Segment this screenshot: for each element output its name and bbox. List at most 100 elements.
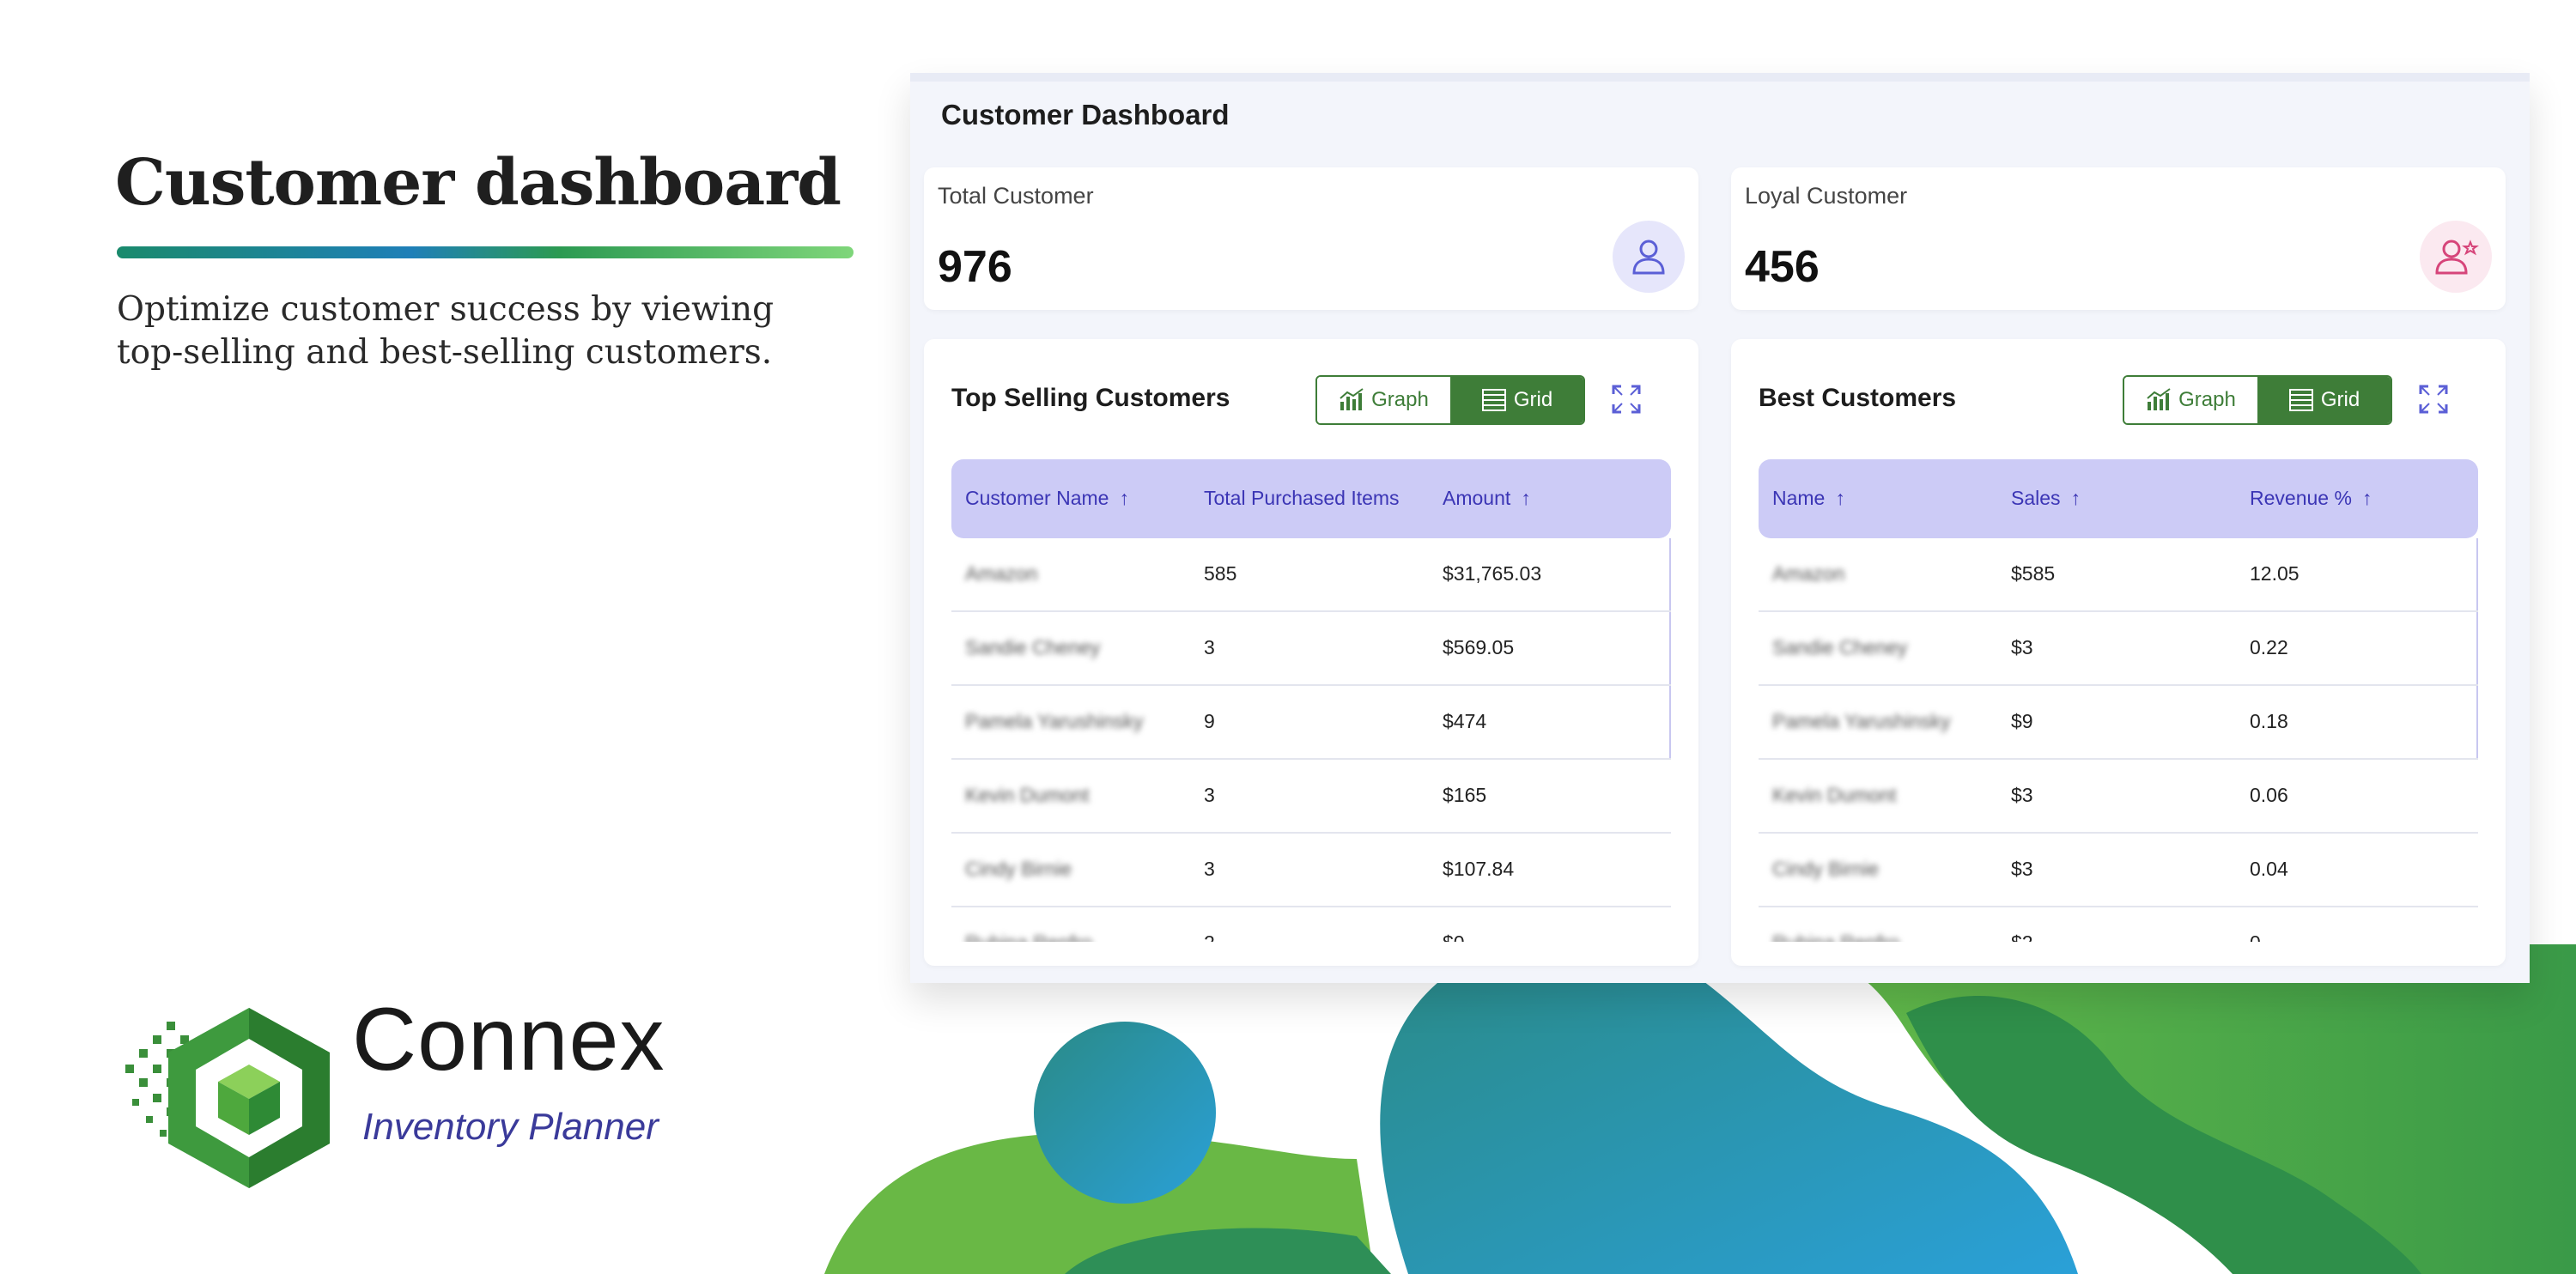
table-row[interactable]: Amazon 585 $31,765.03 xyxy=(951,538,1671,612)
column-header-name[interactable]: Name ↑ xyxy=(1772,487,1845,510)
table-row[interactable]: Sandie Cheney $3 0.22 xyxy=(1759,612,2478,686)
loyal-customer-value: 456 xyxy=(1745,242,1820,292)
best-customers-title: Best Customers xyxy=(1759,384,1957,412)
total-customer-card: Total Customer 976 xyxy=(924,167,1698,310)
table-row[interactable]: Sandie Cheney 3 $569.05 xyxy=(951,612,1671,686)
table-row[interactable]: Cindy Birnie 3 $107.84 xyxy=(951,834,1671,907)
dashboard-window: Customer Dashboard Total Customer 976 Lo… xyxy=(910,73,2530,983)
revenue-cell: 0 xyxy=(2250,931,2261,942)
hero-divider xyxy=(117,246,854,258)
grid-toggle-label: Grid xyxy=(2320,388,2360,411)
sort-arrow-icon: ↑ xyxy=(1521,487,1531,509)
revenue-cell: 0.04 xyxy=(2250,858,2288,880)
column-header-sales[interactable]: Sales ↑ xyxy=(2011,487,2081,510)
customer-name-cell: Pamela Yarushinsky xyxy=(965,710,1144,732)
sort-arrow-icon: ↑ xyxy=(2070,487,2081,509)
table-row[interactable]: Pamela Yarushinsky 9 $474 xyxy=(951,686,1671,760)
customer-name-cell: Sandie Cheney xyxy=(965,636,1101,658)
best-customers-table-body: Amazon $585 12.05 Sandie Cheney $3 0.22 … xyxy=(1759,538,2478,942)
customer-name-cell: Pamela Yarushinsky xyxy=(1772,710,1951,732)
column-header-customer-name[interactable]: Customer Name ↑ xyxy=(965,487,1129,510)
view-toggle: Graph Grid xyxy=(1315,375,1585,425)
amount-cell: $0 xyxy=(1443,931,1465,942)
purchased-items-cell: 2 xyxy=(1204,931,1215,942)
sort-arrow-icon: ↑ xyxy=(2361,487,2372,509)
table-row[interactable]: Pamela Yarushinsky $9 0.18 xyxy=(1759,686,2478,760)
customer-name-cell: Amazon xyxy=(965,562,1038,585)
decorative-blobs xyxy=(824,944,2576,1274)
purchased-items-cell: 3 xyxy=(1204,858,1215,880)
table-row[interactable]: Amazon $585 12.05 xyxy=(1759,538,2478,612)
grid-toggle-button[interactable]: Grid xyxy=(2257,377,2391,423)
graph-toggle-label: Graph xyxy=(1371,388,1429,411)
best-customers-table-header: Name ↑ Sales ↑ Revenue % ↑ xyxy=(1759,459,2478,538)
total-customer-label: Total Customer xyxy=(938,183,1094,209)
sales-cell: $2 xyxy=(2011,931,2033,942)
grid-toggle-button[interactable]: Grid xyxy=(1450,377,1583,423)
expand-icon[interactable] xyxy=(1611,384,1642,415)
top-selling-table-body: Amazon 585 $31,765.03 Sandie Cheney 3 $5… xyxy=(951,538,1671,942)
table-row[interactable]: Cindy Birnie $3 0.04 xyxy=(1759,834,2478,907)
purchased-items-cell: 3 xyxy=(1204,784,1215,806)
sales-cell: $3 xyxy=(2011,636,2033,658)
column-header-revenue[interactable]: Revenue % ↑ xyxy=(2250,487,2372,510)
customer-name-cell: Rubina Renfro xyxy=(965,931,1092,942)
revenue-cell: 0.06 xyxy=(2250,784,2288,806)
amount-cell: $31,765.03 xyxy=(1443,562,1542,585)
best-customers-panel: Best Customers Graph Grid Name ↑ Sales ↑ R… xyxy=(1731,339,2506,966)
top-selling-panel: Top Selling Customers Graph Grid Custome… xyxy=(924,339,1698,966)
grid-toggle-label: Grid xyxy=(1513,388,1553,411)
hero-description: Optimize customer success by viewing top… xyxy=(117,290,775,372)
table-row[interactable]: Rubina Renfro $2 0 xyxy=(1759,907,2478,942)
customer-name-cell: Rubina Renfro xyxy=(1772,931,1899,942)
hero-title: Customer dashboard xyxy=(115,146,841,220)
customer-name-cell: Cindy Birnie xyxy=(1772,858,1879,880)
amount-cell: $569.05 xyxy=(1443,636,1515,658)
customer-name-cell: Kevin Dumont xyxy=(965,784,1090,806)
sales-cell: $9 xyxy=(2011,710,2033,732)
connex-logo: Connex Inventory Planner xyxy=(120,990,687,1202)
view-toggle: Graph Grid xyxy=(2123,375,2392,425)
top-selling-table-header: Customer Name ↑ Total Purchased Items Amo… xyxy=(951,459,1671,538)
grid-icon xyxy=(1481,389,1506,411)
logo-tagline: Inventory Planner xyxy=(362,1106,659,1148)
amount-cell: $107.84 xyxy=(1443,858,1515,880)
column-header-amount[interactable]: Amount ↑ xyxy=(1443,487,1531,510)
sales-cell: $3 xyxy=(2011,858,2033,880)
sales-cell: $3 xyxy=(2011,784,2033,806)
table-row[interactable]: Kevin Dumont 3 $165 xyxy=(951,760,1671,834)
loyal-customer-label: Loyal Customer xyxy=(1745,183,1908,209)
amount-cell: $474 xyxy=(1443,710,1487,732)
purchased-items-cell: 9 xyxy=(1204,710,1215,732)
customer-name-cell: Kevin Dumont xyxy=(1772,784,1897,806)
customer-name-cell: Cindy Birnie xyxy=(965,858,1072,880)
purchased-items-cell: 3 xyxy=(1204,636,1215,658)
sales-cell: $585 xyxy=(2011,562,2056,585)
bar-chart-icon xyxy=(1340,388,1364,410)
revenue-cell: 0.22 xyxy=(2250,636,2288,658)
revenue-cell: 0.18 xyxy=(2250,710,2288,732)
user-icon xyxy=(1613,221,1685,293)
dashboard-title: Customer Dashboard xyxy=(941,99,1230,130)
graph-toggle-button[interactable]: Graph xyxy=(1317,377,1450,423)
logo-name: Connex xyxy=(352,990,665,1089)
connex-cube-icon xyxy=(125,1008,330,1188)
loyal-customer-card: Loyal Customer 456 xyxy=(1731,167,2506,310)
purchased-items-cell: 585 xyxy=(1204,562,1237,585)
total-customer-value: 976 xyxy=(938,242,1012,292)
amount-cell: $165 xyxy=(1443,784,1487,806)
table-row[interactable]: Kevin Dumont $3 0.06 xyxy=(1759,760,2478,834)
customer-name-cell: Sandie Cheney xyxy=(1772,636,1908,658)
customer-name-cell: Amazon xyxy=(1772,562,1845,585)
sort-arrow-icon: ↑ xyxy=(1835,487,1845,509)
top-selling-title: Top Selling Customers xyxy=(951,384,1230,412)
expand-icon[interactable] xyxy=(2418,384,2449,415)
column-header-total-purchased-items[interactable]: Total Purchased Items xyxy=(1204,487,1400,510)
sort-arrow-icon: ↑ xyxy=(1119,487,1129,509)
bar-chart-icon xyxy=(2147,388,2171,410)
table-row[interactable]: Rubina Renfro 2 $0 xyxy=(951,907,1671,942)
user-star-icon xyxy=(2420,221,2492,293)
grid-icon xyxy=(2288,389,2313,411)
graph-toggle-button[interactable]: Graph xyxy=(2124,377,2257,423)
revenue-cell: 12.05 xyxy=(2250,562,2300,585)
